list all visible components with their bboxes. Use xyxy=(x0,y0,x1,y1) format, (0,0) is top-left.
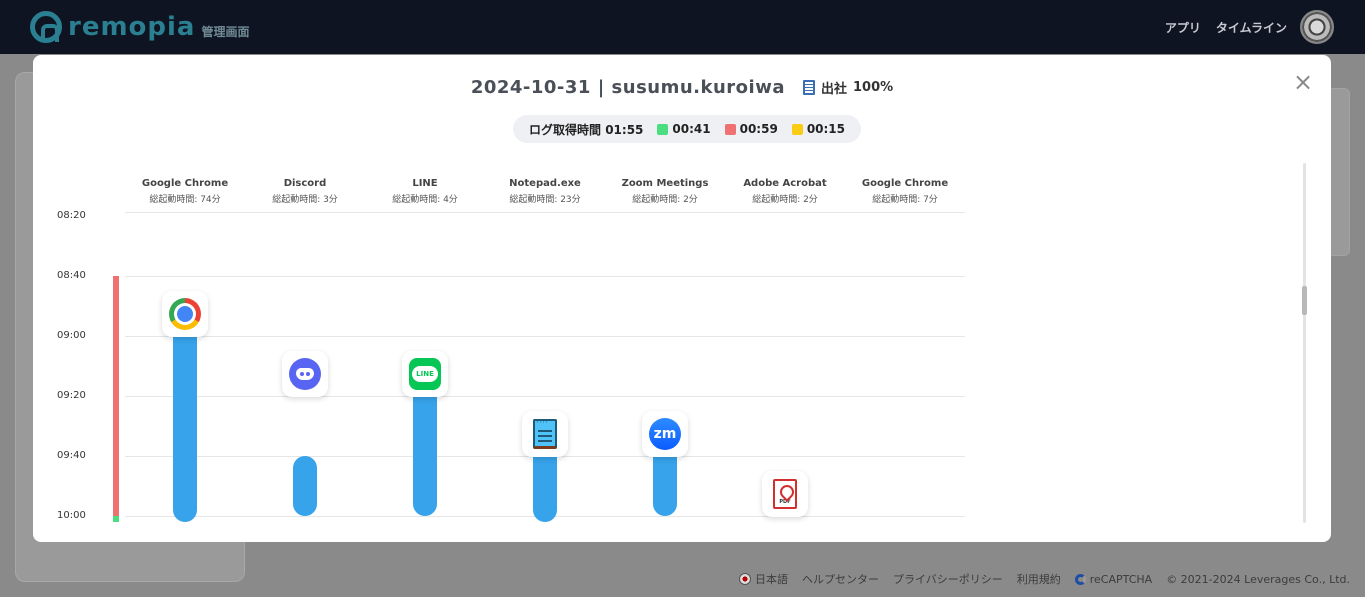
y-tick-label: 10:00 xyxy=(57,510,86,521)
app-timeline-chart: 08:20 08:40 09:00 09:20 09:40 10:00 Google Chr… xyxy=(33,165,1331,542)
acrobat-icon: PDF xyxy=(773,479,797,509)
nav-link-timeline[interactable]: タイムライン xyxy=(1216,19,1287,36)
logo-text: remopia xyxy=(68,12,196,42)
discord-icon xyxy=(289,358,321,390)
column-header: Notepad.exe 総起動時間: 23分 xyxy=(485,178,605,205)
header-divider xyxy=(125,212,965,213)
footer: 日本語 ヘルプセンター プライバシーポリシー 利用規約 reCAPTCHA © … xyxy=(738,571,1350,587)
status-strip-segment xyxy=(113,276,119,516)
gridline xyxy=(125,276,965,277)
japan-flag-icon xyxy=(738,573,751,585)
legend-value: 00:15 xyxy=(806,122,846,136)
y-tick-label: 09:20 xyxy=(57,390,86,401)
column-header: LINE 総起動時間: 4分 xyxy=(365,178,485,205)
app-name: Notepad.exe xyxy=(509,178,581,189)
scrollbar-track[interactable] xyxy=(1303,163,1306,523)
recaptcha-link[interactable]: reCAPTCHA xyxy=(1074,572,1153,586)
app-name: Adobe Acrobat xyxy=(743,178,827,189)
app-name: Zoom Meetings xyxy=(621,178,709,189)
app-name: Google Chrome xyxy=(141,178,229,189)
chrome-icon xyxy=(169,298,201,330)
logo-icon xyxy=(30,11,62,43)
modal-header: 2024-10-31 | susumu.kuroiwa 出社 100% xyxy=(33,77,1331,98)
recaptcha-icon xyxy=(1074,573,1086,585)
modal-title: 2024-10-31 | susumu.kuroiwa xyxy=(470,77,785,98)
legend-value: 00:59 xyxy=(739,122,778,136)
chrome-app-tile[interactable] xyxy=(162,291,208,337)
app-total-runtime: 総起動時間: 3分 xyxy=(272,195,338,205)
notepad-icon xyxy=(533,418,557,449)
app-total-runtime: 総起動時間: 74分 xyxy=(149,195,221,205)
usage-bar[interactable] xyxy=(293,456,317,516)
y-tick-label: 09:40 xyxy=(57,450,86,461)
app-total-runtime: 総起動時間: 7分 xyxy=(872,195,938,205)
top-nav: アプリ タイムライン xyxy=(1165,19,1287,36)
line-icon: LINE xyxy=(409,358,441,390)
column-header: Discord 総起動時間: 3分 xyxy=(245,178,365,205)
log-time: ログ取得時間 01:55 xyxy=(529,121,643,138)
log-label: ログ取得時間 xyxy=(529,122,602,137)
column-header: Google Chrome 総起動時間: 74分 xyxy=(125,178,245,205)
log-summary: ログ取得時間 01:55 00:41 00:59 00:15 xyxy=(513,115,862,143)
status-strip-segment xyxy=(113,516,119,522)
recaptcha-label: reCAPTCHA xyxy=(1089,572,1153,586)
column-header: Google Chrome 総起動時間: 7分 xyxy=(845,178,965,205)
gridline xyxy=(125,336,965,337)
acrobat-app-tile[interactable]: PDF xyxy=(762,471,808,517)
line-app-tile[interactable]: LINE xyxy=(402,351,448,397)
notepad-app-tile[interactable] xyxy=(522,411,568,457)
app-total-runtime: 総起動時間: 23分 xyxy=(509,195,581,205)
logo[interactable]: remopia 管理画面 xyxy=(30,11,250,43)
log-total: 01:55 xyxy=(605,122,644,137)
legend-swatch xyxy=(657,123,669,135)
footer-link-help[interactable]: ヘルプセンター xyxy=(802,571,879,587)
app-total-runtime: 総起動時間: 4分 xyxy=(392,195,458,205)
legend-value: 00:41 xyxy=(672,122,711,136)
zoom-app-tile[interactable]: zm xyxy=(642,411,688,457)
attendance-status: 出社 100% xyxy=(803,78,893,97)
logo-subtitle: 管理画面 xyxy=(201,24,250,39)
legend-item-green: 00:41 xyxy=(657,122,711,136)
footer-link-privacy[interactable]: プライバシーポリシー xyxy=(893,571,1003,587)
legend-item-yellow: 00:15 xyxy=(791,122,846,136)
y-tick-label: 09:00 xyxy=(57,330,86,341)
language-label: 日本語 xyxy=(754,573,788,586)
timeline-modal: × 2024-10-31 | susumu.kuroiwa 出社 100% ログ… xyxy=(33,55,1331,542)
footer-link-terms[interactable]: 利用規約 xyxy=(1017,571,1061,587)
attendance-value: 100% xyxy=(853,80,894,95)
language-selector[interactable]: 日本語 xyxy=(738,571,788,587)
y-tick-label: 08:20 xyxy=(57,210,86,221)
app-name: LINE xyxy=(412,178,438,189)
column-header: Zoom Meetings 総起動時間: 2分 xyxy=(605,178,725,205)
attendance-label: 出社 xyxy=(821,82,848,97)
scrollbar-thumb[interactable] xyxy=(1302,286,1307,315)
legend-item-red: 00:59 xyxy=(724,122,778,136)
gridline xyxy=(125,396,965,397)
building-icon xyxy=(803,80,815,95)
legend-swatch xyxy=(791,123,803,135)
nav-link-apps[interactable]: アプリ xyxy=(1165,19,1201,36)
column-header: Adobe Acrobat 総起動時間: 2分 xyxy=(725,178,845,205)
zoom-icon: zm xyxy=(649,418,681,450)
user-avatar[interactable] xyxy=(1300,10,1334,44)
app-total-runtime: 総起動時間: 2分 xyxy=(752,195,818,205)
top-bar: remopia 管理画面 アプリ タイムライン xyxy=(0,0,1365,54)
y-tick-label: 08:40 xyxy=(57,270,86,281)
app-total-runtime: 総起動時間: 2分 xyxy=(632,195,698,205)
discord-app-tile[interactable] xyxy=(282,351,328,397)
legend-swatch xyxy=(724,123,736,135)
app-name: Discord xyxy=(283,178,327,189)
app-name: Google Chrome xyxy=(861,178,949,189)
copyright: © 2021-2024 Leverages Co., Ltd. xyxy=(1166,572,1350,586)
